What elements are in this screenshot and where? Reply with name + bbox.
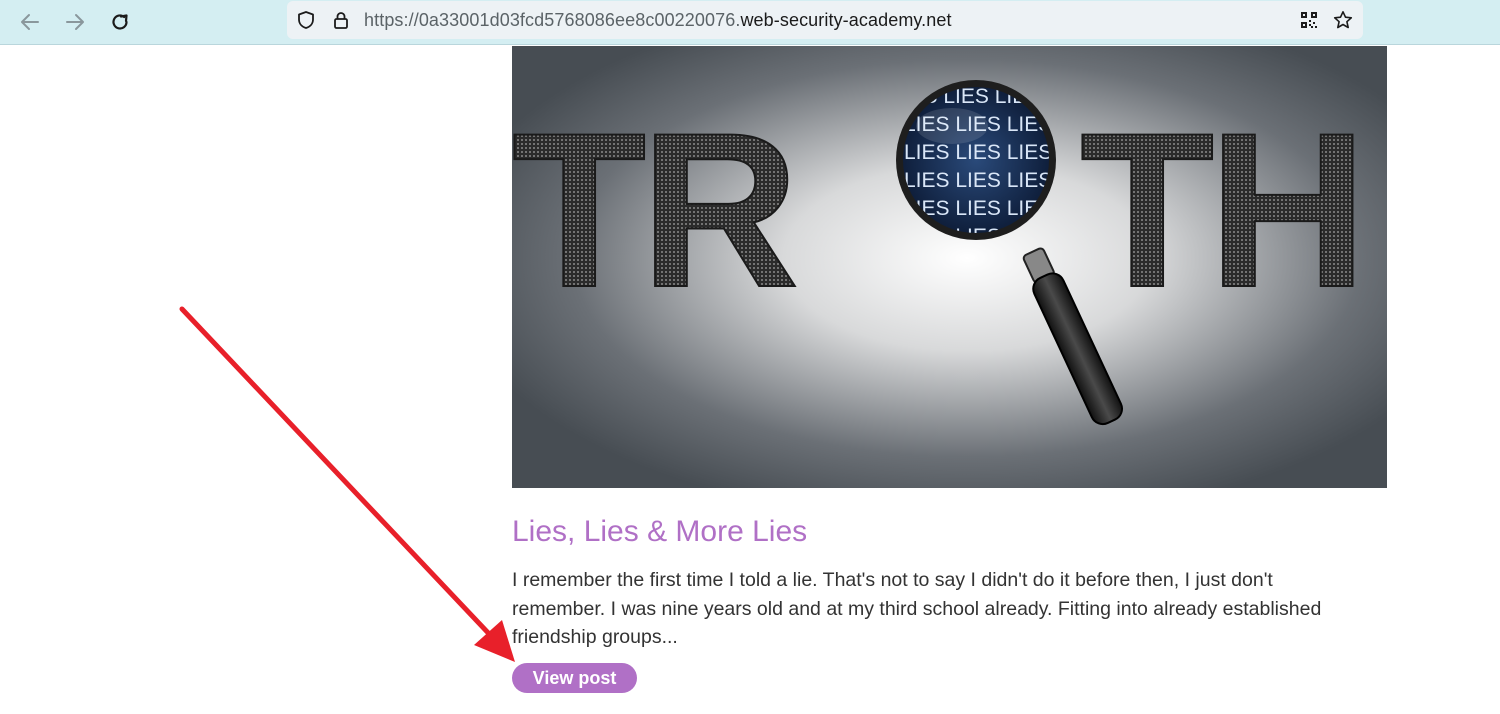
reload-icon [112,14,128,30]
post-excerpt: I remember the first time I told a lie. … [512,569,1322,648]
truth-word-right: TH [1080,87,1361,333]
back-button[interactable] [14,6,46,38]
reload-button[interactable] [104,6,136,38]
forward-arrow-icon [66,14,84,30]
post-image: TR TH LIES LIES LIES LIES LIES LIES LIES… [512,46,1387,488]
url-prefix: https://0a33001d03fcd5768086ee8c00220076… [364,10,741,30]
qr-code-icon[interactable] [1299,10,1319,30]
url-host: web-security-academy.net [740,10,952,30]
truth-word-left: TR [512,87,795,333]
view-post-button[interactable]: View post [512,663,637,693]
browser-toolbar: https://0a33001d03fcd5768086ee8c00220076… [0,0,1500,45]
post-title[interactable]: Lies, Lies & More Lies [512,515,807,549]
lock-icon[interactable] [331,10,351,30]
address-bar[interactable]: https://0a33001d03fcd5768086ee8c00220076… [287,1,1363,39]
forward-button[interactable] [59,6,91,38]
url-text[interactable]: https://0a33001d03fcd5768086ee8c00220076… [364,10,952,31]
truth-magnifier-illustration: TR TH LIES LIES LIES LIES LIES LIES LIES… [512,46,1387,488]
shield-icon[interactable] [296,10,316,30]
back-arrow-icon [21,14,39,30]
lens-glare [916,108,988,144]
bookmark-star-icon[interactable] [1333,10,1353,30]
